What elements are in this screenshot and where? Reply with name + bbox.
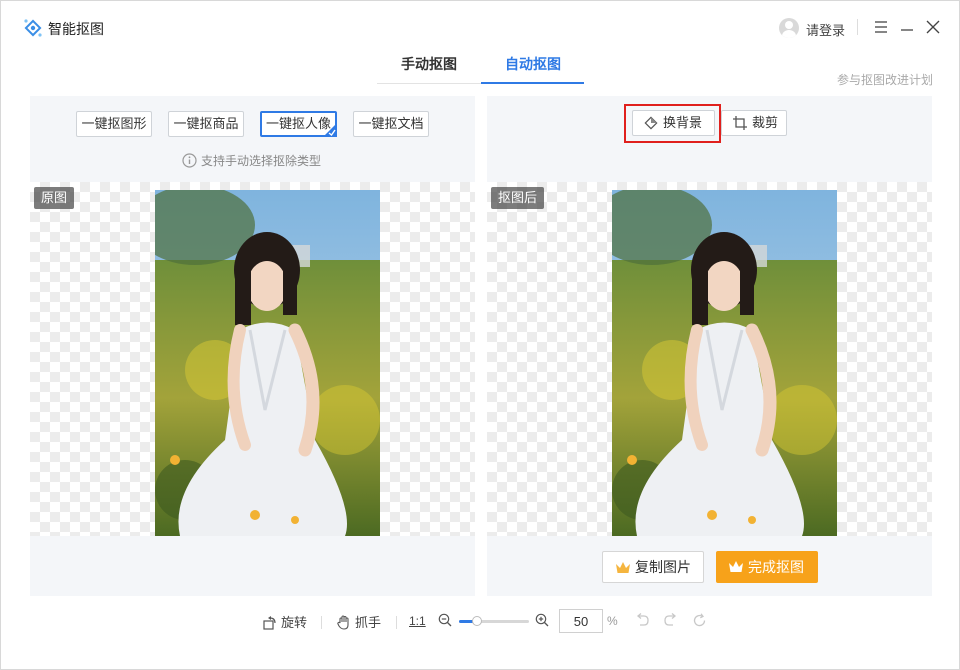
- tab-active-indicator: [481, 82, 584, 84]
- original-panel: 一键抠图形 一键抠商品 一键抠人像 一键抠文档 支持手动选择抠除类型 原图: [30, 96, 475, 596]
- hand-icon: [337, 615, 349, 630]
- zoom-input[interactable]: [559, 609, 603, 633]
- change-background-button[interactable]: 换背景: [632, 110, 715, 136]
- finish-cutout-label: 完成抠图: [748, 559, 804, 575]
- result-panel: 换背景 裁剪 抠图后 复制图片 完成抠图: [487, 96, 932, 596]
- option-product-button[interactable]: 一键抠商品: [168, 111, 244, 137]
- improvement-plan-link[interactable]: 参与抠图改进计划: [837, 71, 933, 88]
- login-link[interactable]: 请登录: [806, 20, 845, 39]
- option-shape-button[interactable]: 一键抠图形: [76, 111, 152, 137]
- zoom-slider[interactable]: [459, 616, 529, 626]
- result-photo: [612, 190, 837, 536]
- grab-button[interactable]: 抓手: [337, 612, 381, 631]
- finish-cutout-button[interactable]: 完成抠图: [716, 551, 818, 583]
- crown-icon: [729, 561, 743, 572]
- copy-image-button[interactable]: 复制图片: [602, 551, 704, 583]
- tab-manual-cutout[interactable]: 手动抠图: [377, 53, 481, 85]
- result-tag: 抠图后: [491, 187, 545, 209]
- crown-icon: [616, 562, 630, 573]
- portrait-image: [155, 190, 380, 536]
- tab-auto-cutout[interactable]: 自动抠图: [481, 53, 585, 85]
- divider: [857, 19, 858, 35]
- title-bar: 智能抠图 请登录: [1, 1, 959, 53]
- zoom-slider-thumb[interactable]: [471, 616, 482, 626]
- result-canvas[interactable]: 抠图后: [487, 182, 932, 536]
- check-icon: [323, 123, 337, 137]
- original-tag: 原图: [34, 187, 75, 209]
- hint-label: 支持手动选择抠除类型: [201, 154, 322, 168]
- original-canvas[interactable]: 原图: [30, 182, 475, 536]
- bottom-toolbar: 旋转 抓手 1:1 %: [1, 607, 959, 637]
- menu-icon[interactable]: [872, 18, 890, 36]
- option-document-button[interactable]: 一键抠文档: [353, 111, 429, 137]
- divider: [321, 616, 322, 629]
- undo-icon[interactable]: [634, 613, 650, 627]
- hint-text: 支持手动选择抠除类型: [182, 152, 321, 169]
- divider: [396, 616, 397, 629]
- close-icon[interactable]: [924, 18, 942, 36]
- copy-image-label: 复制图片: [635, 559, 691, 575]
- info-icon: [182, 153, 197, 168]
- app-window: 智能抠图 请登录 手动抠图 自动抠图 参与抠图改进计划 一键抠图形 一键抠商品 …: [0, 0, 960, 670]
- zoom-in-icon[interactable]: [535, 613, 549, 627]
- change-background-label: 换背景: [663, 115, 703, 130]
- rotate-button[interactable]: 旋转: [263, 612, 307, 631]
- rotate-icon: [263, 616, 276, 630]
- app-logo-icon: [24, 19, 42, 37]
- crop-label: 裁剪: [752, 115, 779, 130]
- redo-icon[interactable]: [663, 613, 679, 627]
- zoom-unit: %: [607, 614, 618, 628]
- actual-size-button[interactable]: 1:1: [409, 614, 426, 628]
- grab-label: 抓手: [355, 615, 382, 630]
- avatar[interactable]: [779, 18, 799, 38]
- original-photo: [155, 190, 380, 536]
- rotate-label: 旋转: [281, 615, 308, 630]
- crop-icon: [733, 116, 747, 130]
- cutout-image: [612, 190, 837, 536]
- option-portrait-label: 一键抠人像: [265, 116, 331, 131]
- reset-icon[interactable]: [692, 613, 707, 628]
- zoom-out-icon[interactable]: [438, 613, 452, 627]
- crop-button[interactable]: 裁剪: [721, 110, 787, 136]
- minimize-icon[interactable]: [898, 18, 916, 36]
- mode-tabs: 手动抠图 自动抠图: [377, 53, 584, 85]
- diamond-icon: [644, 116, 658, 130]
- app-title: 智能抠图: [48, 21, 104, 37]
- option-portrait-button[interactable]: 一键抠人像: [260, 111, 337, 137]
